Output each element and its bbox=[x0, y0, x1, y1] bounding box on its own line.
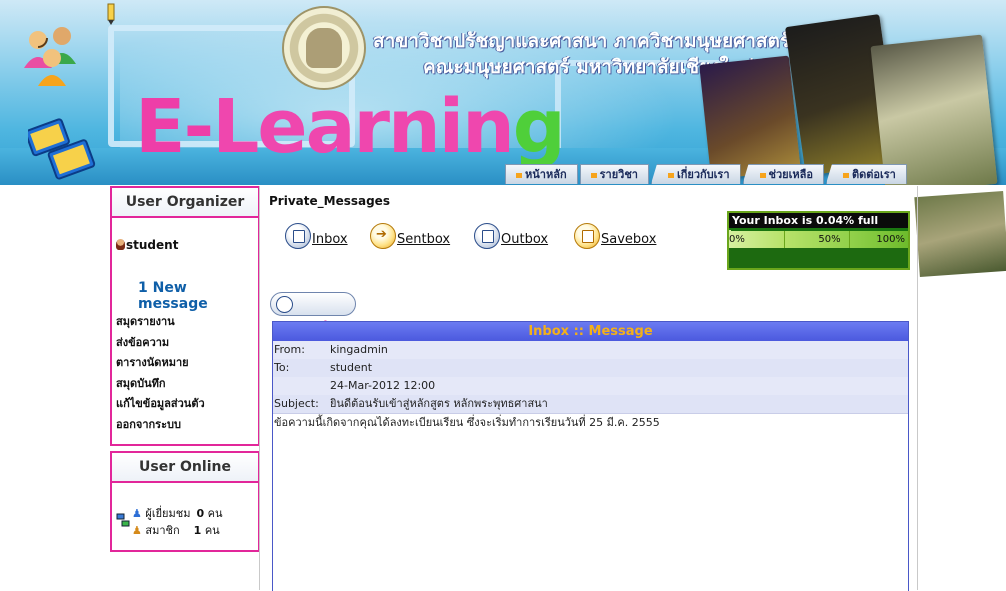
online-stats: ♟ ผู้เยี่ยมชม 0 คน ♟ สมาชิก 1 คน bbox=[116, 505, 223, 539]
folder-outbox[interactable]: Outbox bbox=[474, 223, 548, 255]
savebox-icon bbox=[574, 223, 600, 249]
message-subject-row: Subject: ยินดีต้อนรับเข้าสู่หลักสูตร หลั… bbox=[273, 395, 908, 413]
inbox-quota-meter: Your Inbox is 0.04% full 0% 50% 100% bbox=[727, 211, 910, 270]
header-banner: สาขาวิชาปรัชญาและศาสนา ภาควิชามนุษยศาสตร… bbox=[0, 0, 1006, 185]
book-cover bbox=[870, 34, 998, 185]
nav-courses[interactable]: รายวิชา bbox=[579, 164, 649, 184]
visitor-icon: ♟ bbox=[132, 507, 142, 520]
nav-help[interactable]: ช่วยเหลือ bbox=[742, 164, 824, 184]
reply-icon bbox=[276, 296, 293, 313]
message-body: ข้อความนี้เกิดจากคุณได้ลงทะเบียนเรียน ซึ… bbox=[273, 413, 908, 433]
members-row: ♟ สมาชิก 1 คน bbox=[132, 524, 220, 537]
message-date-row: 24-Mar-2012 12:00 bbox=[273, 377, 908, 395]
people-icon bbox=[24, 27, 76, 86]
quota-scale-100: 100% bbox=[849, 231, 908, 248]
menu-send-message[interactable]: ส่งข้อความ bbox=[116, 333, 205, 354]
user-organizer-title: User Organizer bbox=[112, 188, 258, 218]
quota-bar: 0% 50% 100% bbox=[729, 228, 908, 248]
nav-about[interactable]: เกี่ยวกับเรา bbox=[650, 164, 741, 184]
members-icon: ♟ bbox=[132, 524, 142, 537]
new-message-link[interactable]: 1 New message bbox=[138, 280, 258, 312]
message-subject: ยินดีต้อนรับเข้าสู่หลักสูตร หลักพระพุทธศ… bbox=[330, 397, 548, 410]
menu-edit-profile[interactable]: แก้ไขข้อมูลส่วนตัว bbox=[116, 394, 205, 415]
quota-label: Your Inbox is 0.04% full bbox=[729, 213, 908, 228]
message-panel: Inbox :: Message From: kingadmin To: stu… bbox=[272, 321, 909, 591]
user-online-title: User Online bbox=[112, 453, 258, 483]
book-cover bbox=[914, 190, 1006, 278]
visitors-row: ♟ ผู้เยี่ยมชม 0 คน bbox=[132, 507, 223, 520]
main-nav: หน้าหลัก รายวิชา เกี่ยวกับเรา ช่วยเหลือ … bbox=[505, 164, 909, 185]
message-to-row: To: student bbox=[273, 359, 908, 377]
menu-notebook[interactable]: สมุดบันทึก bbox=[116, 374, 205, 395]
pencil-icon bbox=[107, 3, 115, 25]
menu-logout[interactable]: ออกจากระบบ bbox=[116, 415, 205, 436]
folder-sentbox[interactable]: Sentbox bbox=[370, 223, 450, 255]
user-icon bbox=[116, 239, 125, 250]
quota-scale: 0% 50% 100% bbox=[729, 231, 908, 248]
message-to: student bbox=[330, 361, 373, 374]
sentbox-icon bbox=[370, 223, 396, 249]
menu-report-book[interactable]: สมุดรายงาน bbox=[116, 312, 205, 333]
message-from-row: From: kingadmin bbox=[273, 341, 908, 359]
folder-savebox[interactable]: Savebox bbox=[574, 223, 656, 255]
nav-contact[interactable]: ติดต่อเรา bbox=[825, 164, 907, 184]
post-reply-button[interactable]: postreply bbox=[270, 292, 356, 333]
message-header: Inbox :: Message bbox=[273, 322, 908, 341]
menu-schedule[interactable]: ตารางนัดหมาย bbox=[116, 353, 205, 374]
user-online-panel: User Online ♟ ผู้เยี่ยมชม 0 คน ♟ สมาชิก 1 … bbox=[110, 451, 260, 552]
quota-scale-0: 0% bbox=[729, 231, 786, 248]
university-seal bbox=[282, 6, 366, 90]
outbox-icon bbox=[474, 223, 500, 249]
quota-scale-50: 50% bbox=[785, 231, 850, 248]
message-date: 24-Mar-2012 12:00 bbox=[330, 379, 436, 392]
user-organizer-panel: User Organizer student 1 New message สมุ… bbox=[110, 186, 260, 446]
elearning-logo: E-Learning bbox=[135, 84, 566, 170]
inbox-icon bbox=[285, 223, 311, 249]
nav-home[interactable]: หน้าหลัก bbox=[505, 164, 578, 184]
folder-inbox[interactable]: Inbox bbox=[285, 223, 348, 255]
page-title: Private_Messages bbox=[269, 194, 390, 208]
current-user: student bbox=[116, 238, 178, 252]
network-icon bbox=[116, 513, 130, 527]
message-from: kingadmin bbox=[330, 343, 388, 356]
book-cover bbox=[699, 55, 801, 180]
books-icon bbox=[28, 118, 96, 180]
user-menu: สมุดรายงาน ส่งข้อความ ตารางนัดหมาย สมุดบ… bbox=[116, 312, 205, 435]
